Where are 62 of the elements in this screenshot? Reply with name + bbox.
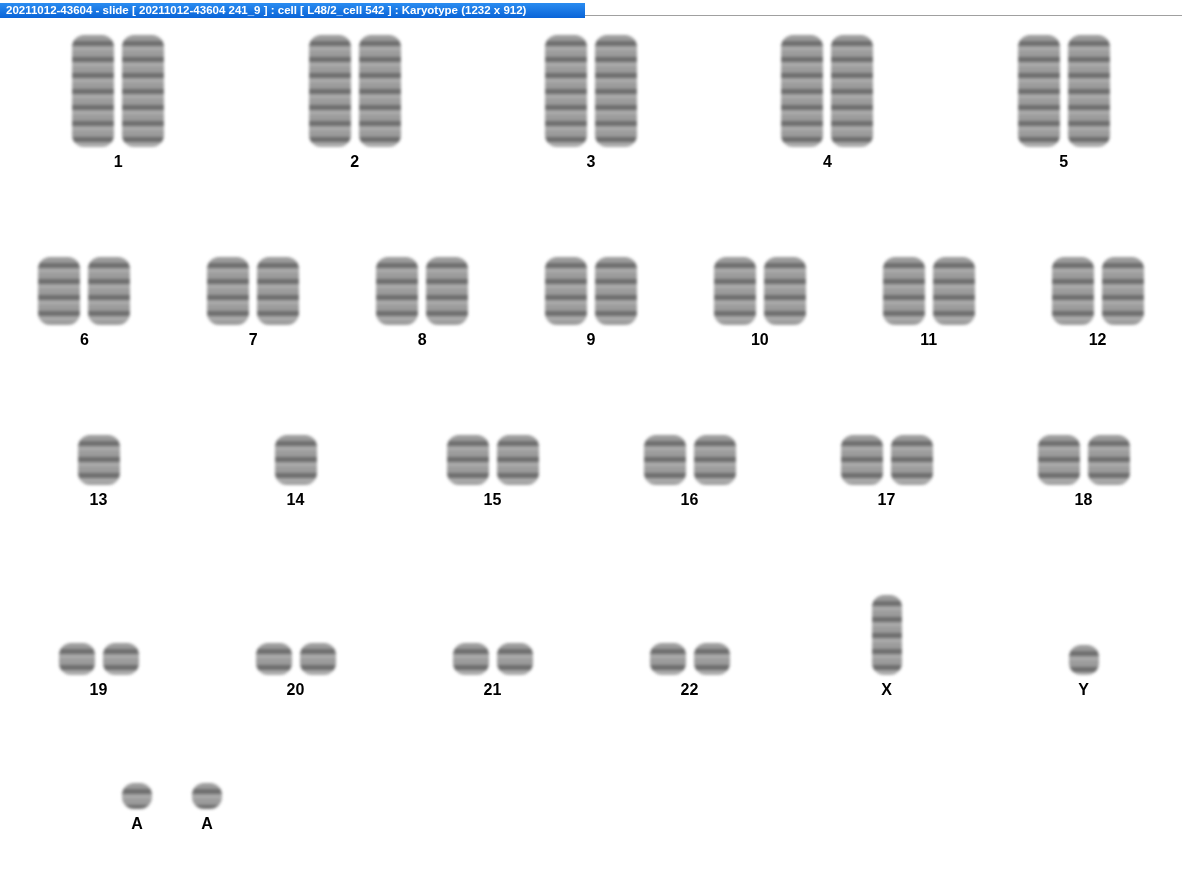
chromosome-photo [88,257,131,325]
chromosome-photo [496,435,539,485]
chromosome-photo [693,643,730,675]
chromosome-photo [255,643,292,675]
chromosome-label: 18 [1074,491,1093,509]
chromosome-photo [882,257,925,325]
chromosome-label: 7 [248,331,258,349]
chromosome-photo [595,257,637,325]
chromosome-label: 21 [483,681,502,699]
chromosome-label: 20 [286,681,305,699]
chromosome-photo [207,257,250,325]
chromosome-photo [1051,257,1094,325]
chromosome-label: 3 [586,153,596,171]
chromosome-photo [58,643,95,675]
chromosome-label: 22 [680,681,699,699]
chromosome-photo [649,643,686,675]
chromosome-label: 12 [1088,331,1107,349]
chromosome-label: X [881,681,892,699]
chromosome-photo [693,435,736,485]
chromosome-label: 16 [680,491,699,509]
chromosome-photo [1068,645,1099,675]
chromosome-photo [446,435,489,485]
chromosome-label: 8 [417,331,427,349]
chromosome-label: Y [1078,681,1089,699]
chromosome-label: 4 [822,153,832,171]
chromosome-photo [452,643,489,675]
chromosome-label: 19 [89,681,108,699]
chromosome-photo [274,435,317,485]
chromosome-photo [932,257,975,325]
chromosome-photo [763,257,806,325]
chromosome-label: 5 [1059,153,1069,171]
chromosome-photo [77,435,120,485]
chromosome-photo [890,435,933,485]
chromosome-photo [257,257,300,325]
chromosome-label: 1 [113,153,123,171]
chromosome-label: 14 [286,491,305,509]
chromosome-label: A [201,815,213,833]
chromosome-photo [1037,435,1080,485]
chromosome-photo [376,257,419,325]
chromosome-label: 13 [89,491,108,509]
chromosome-photo [496,643,533,675]
chromosome-photo [426,257,469,325]
window-title: 20211012-43604 - slide [ 20211012-43604 241_9 ] : cell [ L48/2_cell 542 ] : Karyotype (1232 x 912) [0,3,585,18]
chromosome-photo [102,643,139,675]
chromosome-photo [545,257,587,325]
chromosome-label: 17 [877,491,896,509]
chromosome-label: 15 [483,491,502,509]
chromosome-label: 10 [750,331,769,349]
chromosome-label: 6 [79,331,89,349]
chromosome-photo [122,783,152,809]
chromosome-label: 11 [920,331,938,349]
chromosome-label: A [131,815,143,833]
chromosome-photo [840,435,883,485]
chromosome-photo [192,783,222,809]
chromosome-photo [1101,257,1144,325]
chromosome-label: 2 [350,153,360,171]
chromosome-photo [643,435,686,485]
chromosome-photo [38,257,81,325]
chromosome-label: 9 [586,331,596,349]
chromosome-photo [713,257,756,325]
chromosome-photo [299,643,336,675]
chromosome-photo [1087,435,1130,485]
